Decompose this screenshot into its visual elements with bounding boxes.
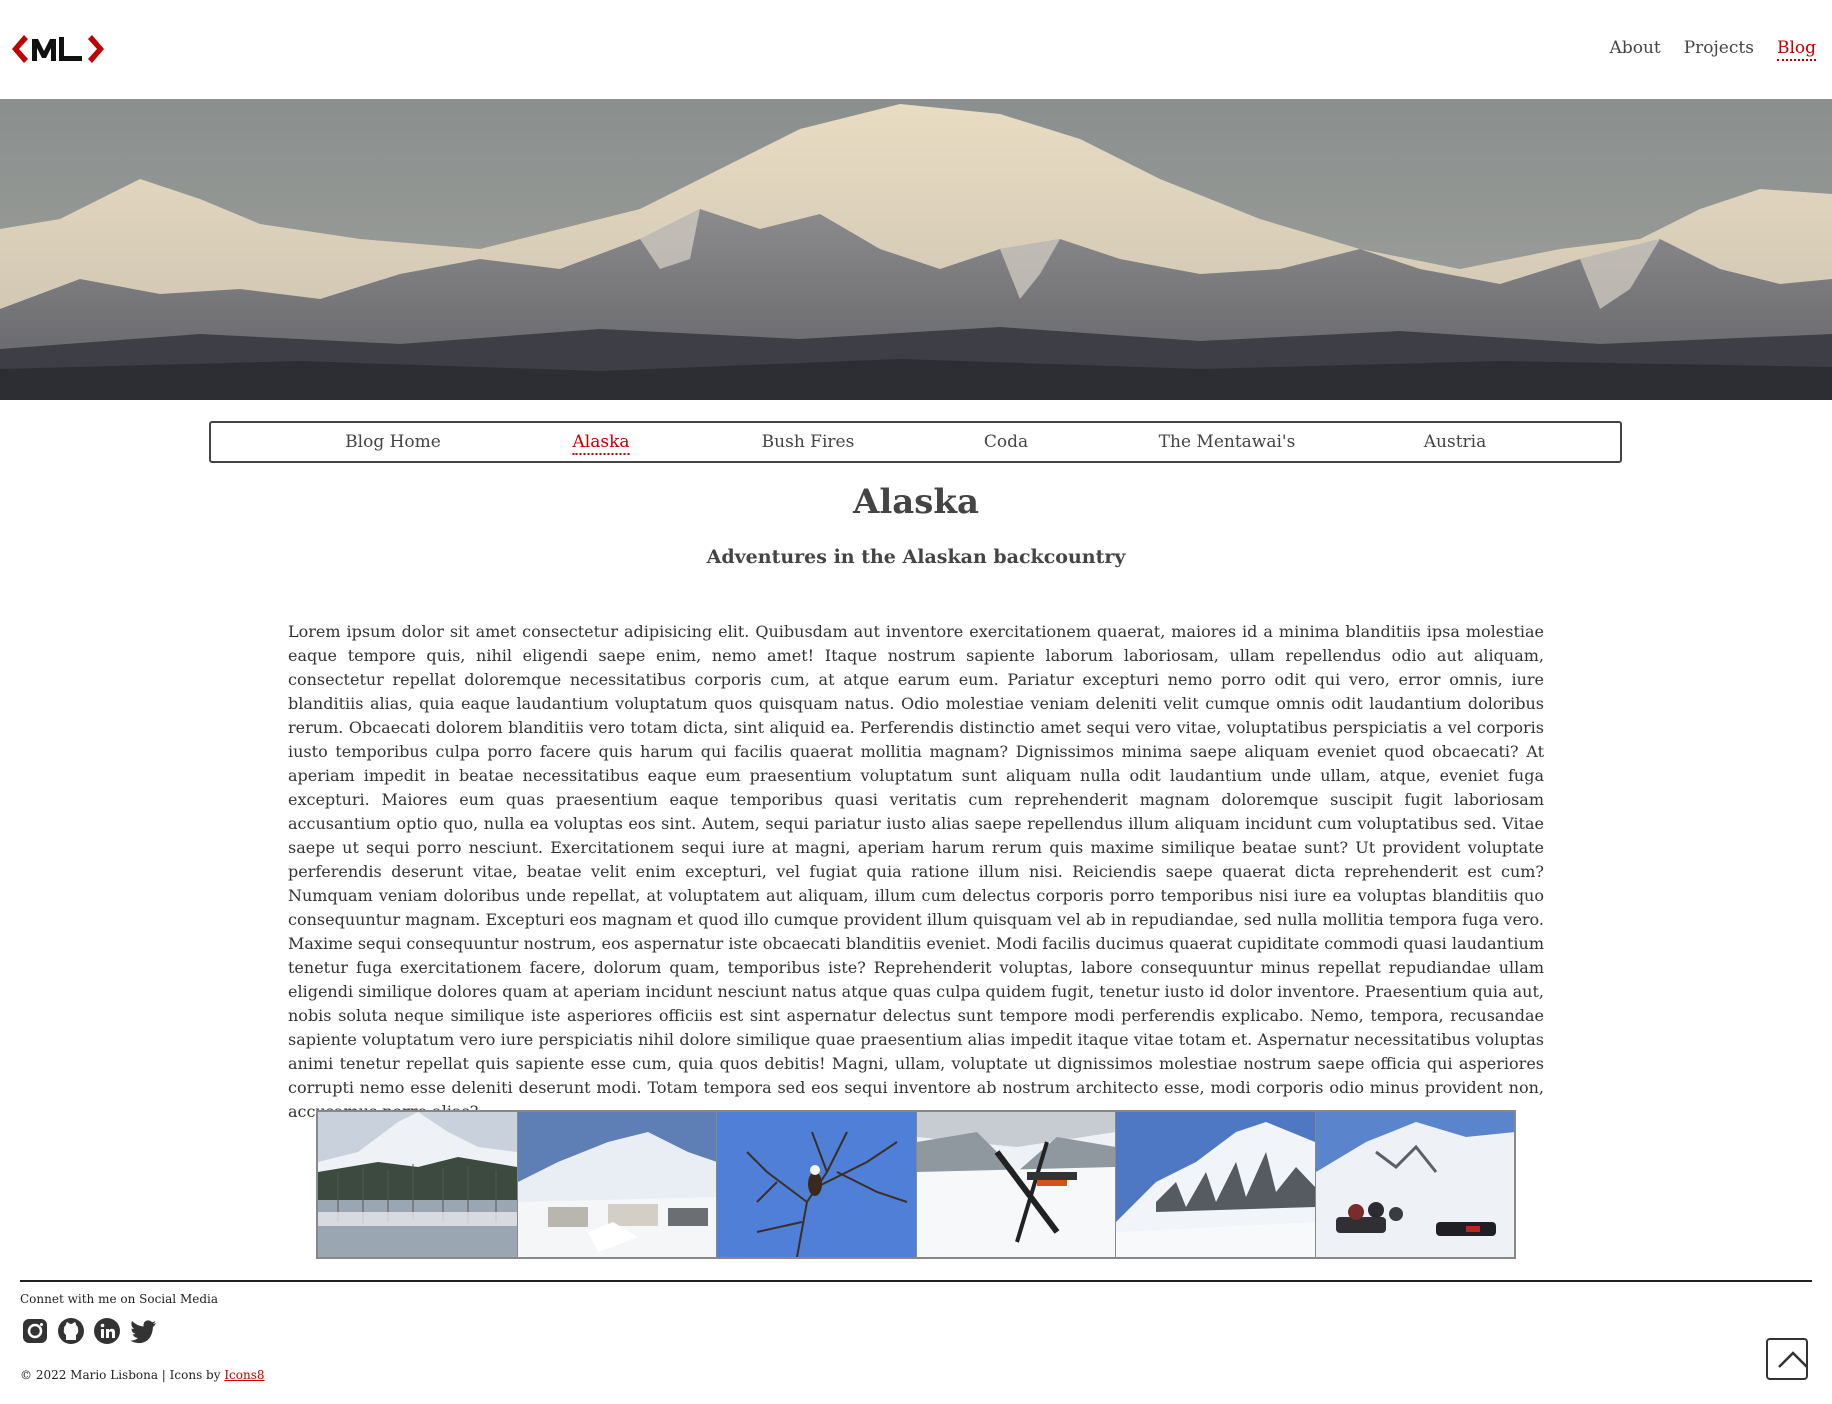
article-body: Lorem ipsum dolor sit amet consectetur a… <box>288 622 1544 1121</box>
page-title: Alaska <box>852 482 980 522</box>
social-icons <box>20 1316 158 1346</box>
gallery-photo-snowmobiles[interactable] <box>1315 1112 1514 1257</box>
linkedin-icon[interactable] <box>92 1316 122 1346</box>
subnav-mentawais[interactable]: The Mentawai's <box>1159 432 1296 452</box>
nav-about[interactable]: About <box>1610 38 1661 61</box>
site-header: About Projects Blog <box>0 0 1832 99</box>
gallery-photo-ridge[interactable] <box>1116 1112 1315 1257</box>
copyright-text: © 2022 Mario Lisbona | Icons by <box>20 1368 225 1382</box>
gallery-photo-camp[interactable] <box>517 1112 716 1257</box>
nav-projects[interactable]: Projects <box>1684 38 1754 61</box>
footer-divider <box>20 1280 1812 1282</box>
github-icon[interactable] <box>56 1316 86 1346</box>
chevron-up-icon <box>1778 1351 1808 1368</box>
scroll-to-top-button[interactable] <box>1766 1338 1808 1380</box>
twitter-icon[interactable] <box>128 1316 158 1346</box>
subnav-coda[interactable]: Coda <box>984 432 1028 452</box>
site-logo[interactable] <box>8 31 108 67</box>
page-subtitle: Adventures in the Alaskan backcountry <box>706 546 1126 568</box>
copyright-line: © 2022 Mario Lisbona | Icons by Icons8 <box>20 1368 265 1382</box>
social-label: Connet with me on Social Media <box>20 1292 219 1306</box>
icons8-link[interactable]: Icons8 <box>224 1368 264 1382</box>
subnav-austria[interactable]: Austria <box>1424 432 1486 452</box>
photo-gallery <box>316 1110 1516 1259</box>
gallery-photo-eagle[interactable] <box>717 1112 916 1257</box>
gallery-photo-plane-ski[interactable] <box>916 1112 1115 1257</box>
gallery-photo-harbor[interactable] <box>318 1112 517 1257</box>
top-nav: About Projects Blog <box>1587 38 1816 61</box>
blog-subnav: Blog Home Alaska Bush Fires Coda The Men… <box>209 421 1622 463</box>
hero-mountain-image <box>0 99 1832 400</box>
subnav-bush-fires[interactable]: Bush Fires <box>762 432 855 452</box>
instagram-icon[interactable] <box>20 1316 50 1346</box>
subnav-alaska[interactable]: Alaska <box>572 432 630 455</box>
subnav-blog-home[interactable]: Blog Home <box>345 432 441 452</box>
ml-logo-icon <box>12 35 104 63</box>
nav-blog[interactable]: Blog <box>1776 38 1816 61</box>
